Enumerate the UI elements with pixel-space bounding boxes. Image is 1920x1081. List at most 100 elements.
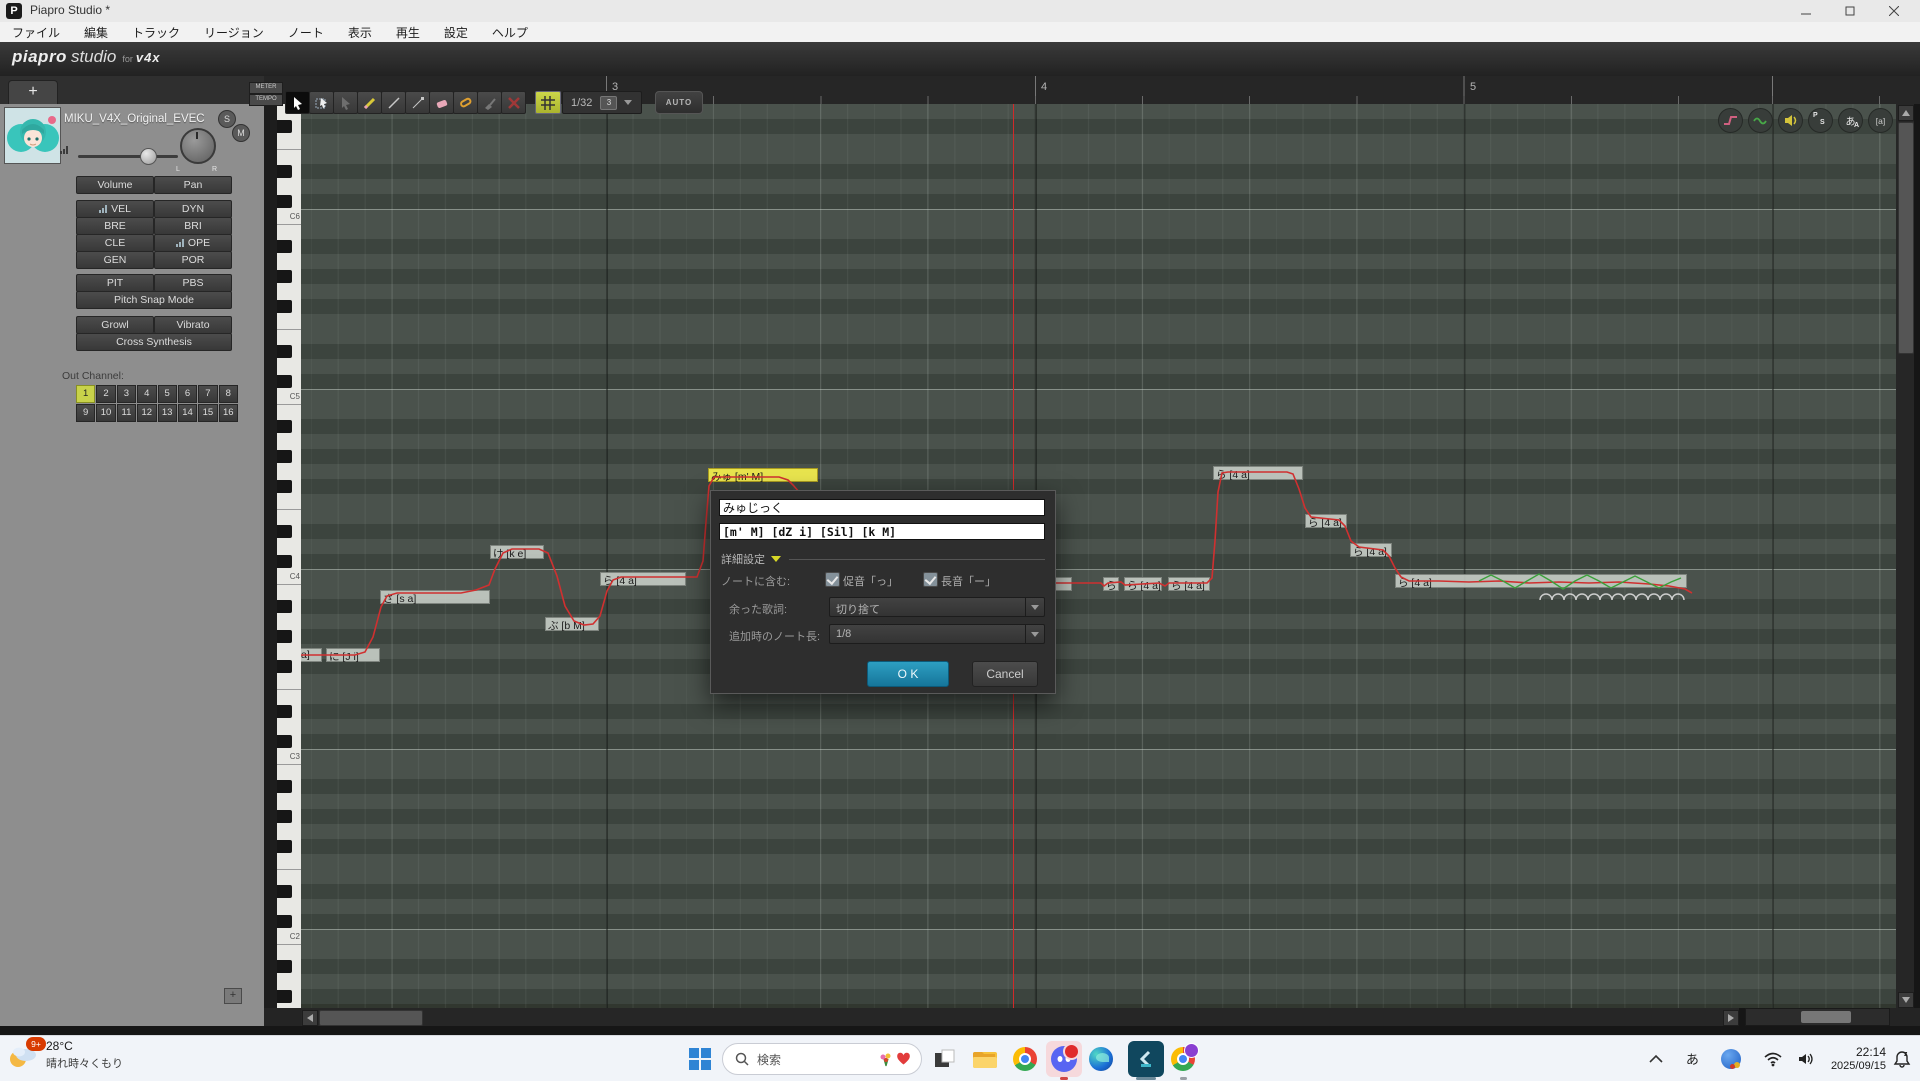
out-channel-12[interactable]: 12 (137, 404, 156, 422)
brush-tool-disabled-icon[interactable] (477, 91, 502, 114)
zoom-scrollbar[interactable] (1745, 1008, 1890, 1026)
piano-key-black[interactable] (277, 524, 301, 539)
por-button[interactable]: POR (154, 251, 232, 269)
ime-icon[interactable]: あ (1686, 1049, 1699, 1068)
wifi-icon[interactable] (1763, 1051, 1783, 1067)
piano-key-white[interactable] (277, 899, 301, 914)
piano-key-black[interactable] (277, 164, 301, 179)
piano-key-black[interactable] (277, 239, 301, 254)
speaker-icon[interactable] (1778, 108, 1803, 133)
note-length-dropdown[interactable]: 1/8 (829, 624, 1045, 644)
file-explorer-icon[interactable] (972, 1046, 998, 1072)
out-channel-14[interactable]: 14 (178, 404, 197, 422)
ok-button[interactable]: O K (867, 661, 949, 687)
piano-key-white[interactable]: C4 (277, 569, 301, 585)
menu-item[interactable]: ファイル (0, 24, 72, 41)
kana-display-icon[interactable]: あA (1838, 108, 1863, 133)
phoneme-display-icon[interactable]: [a] (1868, 108, 1893, 133)
piano-keys[interactable]: C6C5C4C3C2 (277, 104, 301, 1008)
search-input[interactable]: 検索 (722, 1043, 922, 1075)
cancel-button[interactable]: Cancel (972, 661, 1038, 687)
out-channel-16[interactable]: 16 (219, 404, 238, 422)
piano-key-white[interactable] (277, 464, 301, 479)
singer-avatar[interactable] (4, 107, 61, 164)
out-channel-10[interactable]: 10 (96, 404, 115, 422)
clock[interactable]: 22:14 2025/09/15 (1831, 1045, 1886, 1073)
note[interactable]: ら [4 a] (1305, 514, 1347, 528)
volume-tab[interactable]: Volume (76, 176, 154, 194)
piano-key-black[interactable] (277, 554, 301, 569)
vibrato-line-icon[interactable] (1748, 108, 1773, 133)
scroll-up-icon[interactable] (1898, 105, 1914, 121)
note[interactable]: ら [4 a] (1124, 577, 1162, 591)
piano-key-black[interactable] (277, 704, 301, 719)
piano-key-black[interactable] (277, 839, 301, 854)
piano-key-white[interactable] (277, 719, 301, 734)
tray-app-icon[interactable] (1721, 1049, 1741, 1069)
out-channel-5[interactable]: 5 (158, 385, 177, 403)
bri-button[interactable]: BRI (154, 217, 232, 235)
vertical-scroll-thumb[interactable] (1898, 122, 1914, 354)
piano-key-black[interactable] (277, 479, 301, 494)
vel-button[interactable]: VEL (76, 200, 154, 218)
chrome-icon[interactable] (1012, 1046, 1038, 1072)
piano-key-black[interactable] (277, 914, 301, 929)
discord-icon[interactable] (1046, 1041, 1082, 1077)
dyn-button[interactable]: DYN (154, 200, 232, 218)
polyline-tool-icon[interactable] (405, 91, 430, 114)
menu-item[interactable]: リージョン (192, 24, 276, 41)
piano-key-white[interactable] (277, 944, 301, 959)
add-track-tab[interactable]: + (8, 80, 58, 105)
leftover-lyrics-dropdown[interactable]: 切り捨て (829, 597, 1045, 617)
note[interactable]: ら (1103, 577, 1119, 591)
lyric-input[interactable]: みゅじっく (719, 499, 1045, 516)
piano-key-white[interactable]: C5 (277, 389, 301, 405)
menu-item[interactable]: 再生 (384, 24, 432, 41)
piano-key-white[interactable] (277, 644, 301, 659)
piano-key-white[interactable] (277, 764, 301, 779)
note[interactable]: ら [4 a] (1395, 574, 1687, 588)
piano-key-white[interactable] (277, 854, 301, 870)
arrow-tool-disabled-icon[interactable] (333, 91, 358, 114)
piano-key-white[interactable] (277, 134, 301, 150)
piano-key-black[interactable] (277, 194, 301, 209)
snap-value-dropdown[interactable]: 1/32 3 (562, 91, 642, 114)
add-panel-button[interactable]: + (224, 988, 242, 1004)
cross-synthesis-button[interactable]: Cross Synthesis (76, 333, 232, 351)
note[interactable]: け [k e] (490, 545, 544, 559)
meter-label[interactable]: METER (249, 82, 283, 94)
note[interactable]: a] (301, 648, 322, 662)
out-channel-1[interactable]: 1 (76, 385, 95, 403)
pan-tab[interactable]: Pan (154, 176, 232, 194)
piano-key-black[interactable] (277, 344, 301, 359)
piano-roll[interactable]: a]に [J i]さ [s a]け [k e]ぶ [b M]ら [4 a]みゅ … (301, 104, 1896, 1008)
piano-key-white[interactable] (277, 509, 301, 524)
auto-button[interactable]: AUTO (655, 91, 703, 114)
triplet-icon[interactable]: 3 (600, 96, 617, 110)
piano-key-black[interactable] (277, 374, 301, 389)
piano-key-white[interactable] (277, 974, 301, 989)
piano-key-black[interactable] (277, 269, 301, 284)
piano-key-white[interactable]: C3 (277, 749, 301, 765)
note[interactable]: ら [4 a] (1168, 577, 1210, 591)
piano-key-white[interactable] (277, 179, 301, 194)
note[interactable]: ら [4 a] (600, 572, 686, 586)
piano-key-black[interactable] (277, 659, 301, 674)
chouon-checkbox[interactable] (923, 572, 938, 587)
piano-key-white[interactable] (277, 824, 301, 839)
weather-widget[interactable]: 9+ 28°C 晴れ時々くもり (6, 1039, 123, 1073)
close-button[interactable] (1872, 0, 1916, 22)
out-channel-2[interactable]: 2 (96, 385, 115, 403)
out-channel-13[interactable]: 13 (158, 404, 177, 422)
out-channel-8[interactable]: 8 (219, 385, 238, 403)
gen-button[interactable]: GEN (76, 251, 154, 269)
out-channel-6[interactable]: 6 (178, 385, 197, 403)
piano-key-white[interactable] (277, 614, 301, 629)
notification-bell-icon[interactable]: z (1892, 1049, 1912, 1069)
note[interactable]: さ [s a] (380, 590, 490, 604)
task-view-icon[interactable] (932, 1046, 958, 1072)
pitch-snap-mode-button[interactable]: Pitch Snap Mode (76, 291, 232, 309)
piano-key-black[interactable] (277, 119, 301, 134)
piano-key-white[interactable] (277, 404, 301, 419)
scroll-left-icon[interactable] (302, 1010, 318, 1026)
